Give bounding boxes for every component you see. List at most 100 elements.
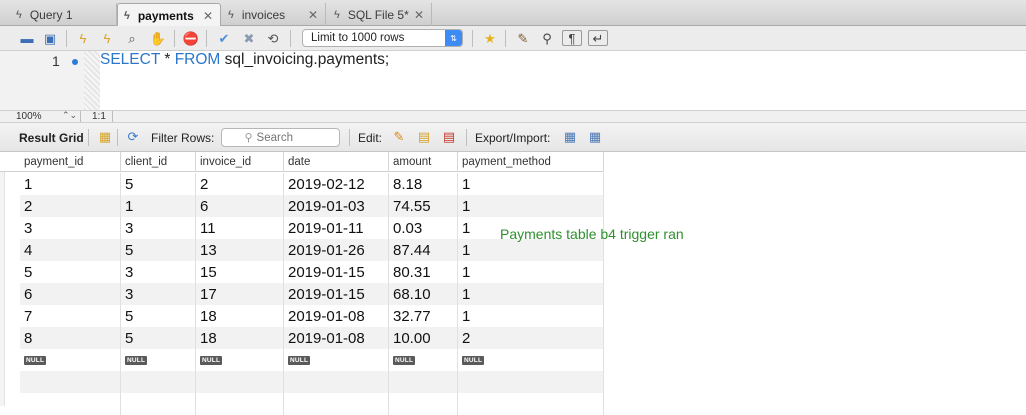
table-cell[interactable] xyxy=(121,371,196,393)
column-header[interactable]: date xyxy=(284,152,389,172)
autocommit-icon[interactable]: ⟲ xyxy=(263,29,283,48)
table-cell[interactable]: 2 xyxy=(458,327,604,349)
limit-rows-select[interactable]: Limit to 1000 rows ⇅ xyxy=(302,29,463,47)
table-cell[interactable]: 5 xyxy=(121,173,196,195)
column-header[interactable]: client_id xyxy=(121,152,196,172)
table-cell[interactable]: 80.31 xyxy=(389,261,458,283)
grid-view-icon[interactable]: ▦ xyxy=(96,128,114,146)
table-cell[interactable]: 5 xyxy=(121,327,196,349)
table-cell[interactable]: 2 xyxy=(196,173,284,195)
table-row[interactable]: 5 3 15 2019-01-15 80.31 1 xyxy=(20,261,604,283)
commit-icon[interactable]: ✔ xyxy=(214,29,234,48)
table-row[interactable]: 4 5 13 2019-01-26 87.44 1 xyxy=(20,239,604,261)
table-cell[interactable]: 1 xyxy=(458,261,604,283)
open-folder-icon[interactable]: ▬ xyxy=(17,29,37,48)
table-row[interactable]: 8 5 18 2019-01-08 10.00 2 xyxy=(20,327,604,349)
find-icon[interactable]: ⚲ xyxy=(537,29,557,48)
table-cell[interactable]: 68.10 xyxy=(389,283,458,305)
table-cell[interactable]: 8.18 xyxy=(389,173,458,195)
table-cell[interactable] xyxy=(196,393,284,415)
table-cell[interactable]: 5 xyxy=(121,305,196,327)
table-cell[interactable]: NULL xyxy=(20,349,121,371)
table-cell[interactable]: 1 xyxy=(458,173,604,195)
table-cell[interactable]: 3 xyxy=(121,261,196,283)
table-cell[interactable]: NULL xyxy=(121,349,196,371)
table-cell[interactable]: 87.44 xyxy=(389,239,458,261)
table-cell[interactable] xyxy=(458,371,604,393)
close-icon[interactable]: ✕ xyxy=(414,8,424,22)
table-cell[interactable]: 2019-01-15 xyxy=(284,283,389,305)
tab-invoices[interactable]: ϟ invoices ✕ xyxy=(222,3,326,26)
sql-code-line[interactable]: SELECT * FROM sql_invoicing.payments; xyxy=(100,51,389,69)
table-cell[interactable]: 2019-02-12 xyxy=(284,173,389,195)
export-icon[interactable]: ▦ xyxy=(561,128,579,146)
edit-row-icon[interactable]: ✎ xyxy=(390,128,408,146)
table-cell[interactable]: 1 xyxy=(458,283,604,305)
error-toggle-icon[interactable]: ⛔ xyxy=(181,29,201,48)
wrap-lines-icon[interactable]: ↵ xyxy=(588,30,608,46)
tab-query-1[interactable]: ϟ Query 1 xyxy=(10,3,117,26)
table-cell[interactable] xyxy=(458,393,604,415)
table-cell[interactable]: NULL xyxy=(196,349,284,371)
table-cell[interactable] xyxy=(20,371,121,393)
table-cell[interactable]: 18 xyxy=(196,305,284,327)
table-cell[interactable]: 17 xyxy=(196,283,284,305)
column-header[interactable]: payment_id xyxy=(20,152,121,172)
table-cell[interactable] xyxy=(389,371,458,393)
table-cell[interactable]: 2019-01-08 xyxy=(284,327,389,349)
table-row-new[interactable]: NULL NULL NULL NULL NULL NULL xyxy=(20,349,604,371)
table-cell[interactable]: 0.03 xyxy=(389,217,458,239)
filter-search-field[interactable]: ⚲ xyxy=(221,128,340,147)
table-cell[interactable]: NULL xyxy=(389,349,458,371)
table-cell[interactable]: 2019-01-03 xyxy=(284,195,389,217)
column-header[interactable]: invoice_id xyxy=(196,152,284,172)
explain-icon[interactable]: ⌕ xyxy=(122,29,142,48)
result-grid-label[interactable]: Result Grid xyxy=(19,131,84,145)
table-cell[interactable]: NULL xyxy=(458,349,604,371)
table-cell[interactable] xyxy=(121,393,196,415)
table-row[interactable] xyxy=(20,393,604,415)
table-cell[interactable]: 3 xyxy=(121,283,196,305)
column-header[interactable]: payment_method xyxy=(458,152,604,172)
invisible-chars-icon[interactable]: ¶ xyxy=(562,30,582,46)
table-cell[interactable]: 10.00 xyxy=(389,327,458,349)
table-cell[interactable]: 6 xyxy=(20,283,121,305)
table-cell[interactable] xyxy=(284,393,389,415)
table-cell[interactable]: 2019-01-08 xyxy=(284,305,389,327)
table-cell[interactable]: 18 xyxy=(196,327,284,349)
close-icon[interactable]: ✕ xyxy=(308,8,318,22)
table-row[interactable]: 2 1 6 2019-01-03 74.55 1 xyxy=(20,195,604,217)
rollback-icon[interactable]: ✖ xyxy=(239,29,259,48)
table-row[interactable]: 6 3 17 2019-01-15 68.10 1 xyxy=(20,283,604,305)
table-cell[interactable]: 15 xyxy=(196,261,284,283)
search-input[interactable] xyxy=(256,131,317,144)
table-cell[interactable]: 4 xyxy=(20,239,121,261)
table-row[interactable]: 7 5 18 2019-01-08 32.77 1 xyxy=(20,305,604,327)
table-cell[interactable]: 13 xyxy=(196,239,284,261)
table-cell[interactable] xyxy=(20,393,121,415)
zoom-stepper-icon[interactable]: ⌃⌄ xyxy=(62,110,77,121)
table-cell[interactable]: 6 xyxy=(196,195,284,217)
table-cell[interactable]: 2019-01-26 xyxy=(284,239,389,261)
table-cell[interactable]: 1 xyxy=(121,195,196,217)
column-header[interactable]: amount xyxy=(389,152,458,172)
import-icon[interactable]: ▦ xyxy=(586,128,604,146)
table-cell[interactable]: 74.55 xyxy=(389,195,458,217)
table-cell[interactable]: 5 xyxy=(20,261,121,283)
table-row[interactable] xyxy=(20,371,604,393)
delete-row-icon[interactable]: ▤ xyxy=(440,128,458,146)
execute-icon[interactable]: ϟ xyxy=(73,29,93,48)
table-cell[interactable]: 2 xyxy=(20,195,121,217)
save-icon[interactable]: ▣ xyxy=(40,29,60,48)
execute-current-icon[interactable]: ϟ xyxy=(97,29,117,48)
refresh-icon[interactable]: ⟳ xyxy=(124,128,142,146)
table-cell[interactable]: 7 xyxy=(20,305,121,327)
table-cell[interactable]: 3 xyxy=(121,217,196,239)
table-cell[interactable]: 2019-01-11 xyxy=(284,217,389,239)
stop-icon[interactable]: ✋ xyxy=(148,29,168,48)
table-cell[interactable]: 5 xyxy=(121,239,196,261)
result-grid[interactable]: payment_id client_id invoice_id date amo… xyxy=(0,152,1026,415)
table-cell[interactable] xyxy=(389,393,458,415)
table-cell[interactable]: 1 xyxy=(20,173,121,195)
zoom-value[interactable]: 100% xyxy=(16,111,42,122)
